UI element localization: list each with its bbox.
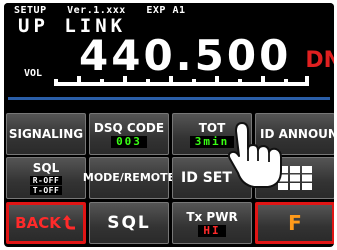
radio-display-screen: SETUP Ver.1.xxx EXP A1 UP LINK 440.500 D… <box>4 3 334 247</box>
meter-tick <box>123 76 127 82</box>
sql-button[interactable]: SQL <box>89 202 169 244</box>
meter-tick <box>305 76 309 82</box>
signaling-button[interactable]: SIGNALING <box>6 113 86 155</box>
mode-remote-button[interactable]: MODE/REMOTE <box>83 157 175 199</box>
tx-power-label: Tx PWR <box>186 209 238 224</box>
sql-setting-button[interactable]: SQL R-OFF T-OFF <box>6 157 86 199</box>
tx-power-button[interactable]: Tx PWR HI <box>172 202 252 244</box>
meter-tick <box>169 76 173 82</box>
back-label: BACK <box>15 214 61 232</box>
sql-setting-label: SQL <box>32 161 60 175</box>
volume-label: VOL <box>24 68 43 79</box>
signal-meter-bar <box>54 76 309 86</box>
function-button[interactable]: F <box>255 202 334 244</box>
function-label: F <box>288 211 302 235</box>
signaling-label: SIGNALING <box>8 127 84 141</box>
meter-tick <box>54 79 58 82</box>
tx-power-value: HI <box>198 224 226 237</box>
meter-tick <box>261 76 265 82</box>
back-arrow-icon <box>62 215 75 230</box>
frequency-display: 440.500 <box>79 31 292 80</box>
id-set-label: ID SET <box>181 170 232 186</box>
meter-tick <box>192 79 196 82</box>
status-header: SETUP Ver.1.xxx EXP A1 UP LINK 440.500 D… <box>4 3 334 111</box>
back-button[interactable]: BACK <box>6 202 86 244</box>
meter-tick <box>100 79 104 82</box>
dsq-code-value: 003 <box>111 135 147 148</box>
mode-indicator: DN <box>305 48 334 73</box>
meter-tick <box>284 79 288 82</box>
header-separator <box>8 97 330 100</box>
mode-remote-label: MODE/REMOTE <box>82 171 176 184</box>
meter-tick <box>77 76 81 82</box>
dsq-code-button[interactable]: DSQ CODE 003 <box>89 113 169 155</box>
sql-tx-value: T-OFF <box>29 186 63 195</box>
exp-label: EXP A1 <box>146 5 186 16</box>
tot-label: TOT <box>198 120 226 135</box>
sql-rx-value: R-OFF <box>29 176 63 185</box>
pointing-hand-icon <box>227 122 282 188</box>
sql-button-label: SQL <box>107 213 151 233</box>
dsq-code-label: DSQ CODE <box>93 120 165 135</box>
meter-tick <box>146 79 150 82</box>
meter-tick <box>238 79 242 82</box>
meter-tick <box>215 76 219 82</box>
